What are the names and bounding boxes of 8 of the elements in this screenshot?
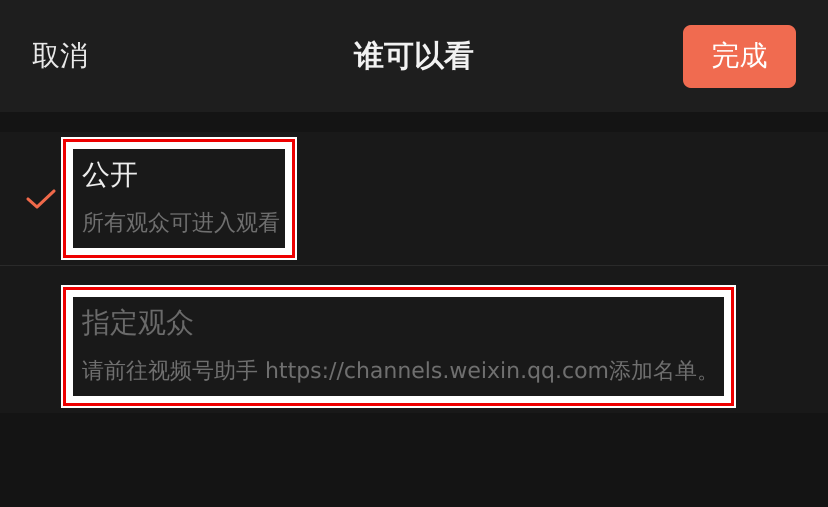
page-title: 谁可以看 <box>354 38 474 76</box>
option-description: 所有观众可进入观看 <box>82 210 280 238</box>
option-title: 公开 <box>82 157 139 193</box>
checkmark-icon <box>26 188 56 210</box>
option-description: 请前往视频号助手 https://channels.weixin.qq.com添加名单。 <box>82 358 719 386</box>
cancel-button[interactable]: 取消 <box>32 37 88 75</box>
option-title: 指定观众 <box>82 305 195 342</box>
option-row[interactable]: 公开 所有观众可进入观看 <box>0 132 828 266</box>
